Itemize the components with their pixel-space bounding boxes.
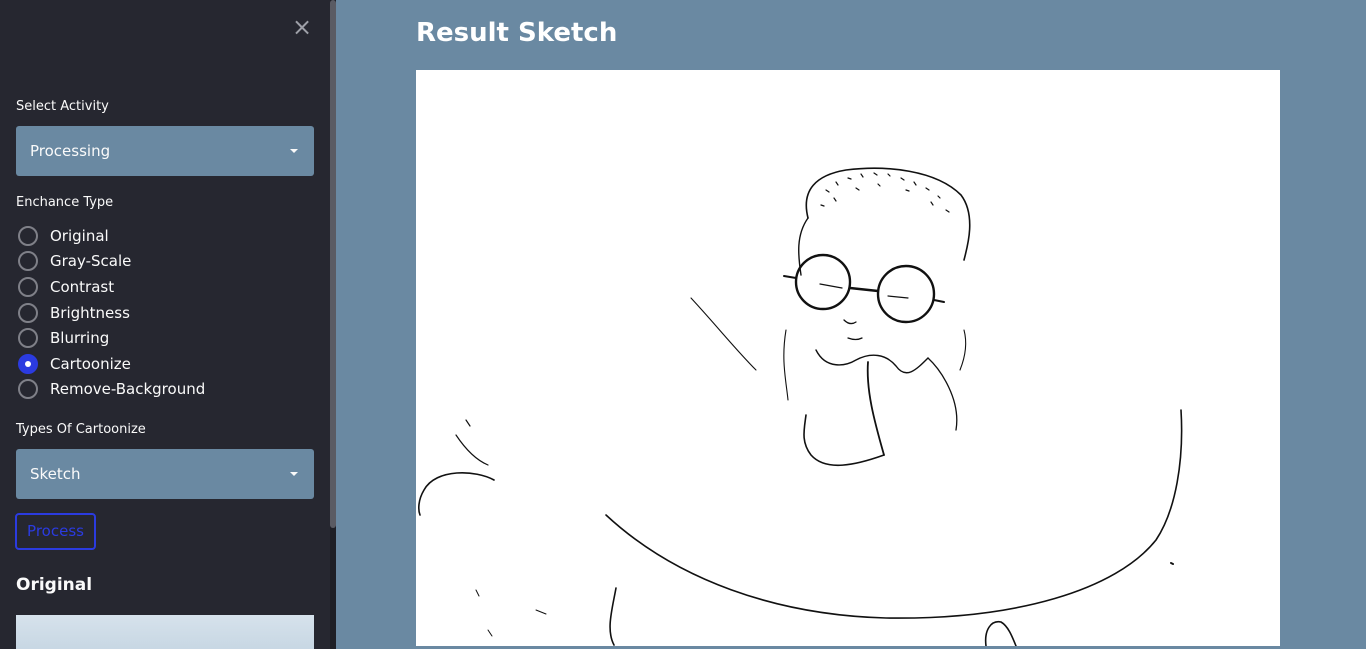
radio-brightness[interactable]: Brightness <box>16 300 205 326</box>
radio-circle-checked[interactable] <box>18 353 38 374</box>
radio-circle[interactable] <box>18 251 38 272</box>
radio-circle[interactable] <box>18 379 38 400</box>
radio-remove-background[interactable]: Remove-Background <box>16 377 205 403</box>
original-image <box>16 615 314 649</box>
radio-blurring[interactable]: Blurring <box>16 325 205 351</box>
radio-label: Blurring <box>50 329 110 348</box>
sidebar-scrollbar-thumb[interactable] <box>330 0 336 528</box>
sidebar: × Select Activity Processing Enchance Ty… <box>0 0 336 649</box>
page-title: Result Sketch <box>416 18 618 48</box>
radio-label: Original <box>50 226 109 245</box>
app-root: × Select Activity Processing Enchance Ty… <box>0 0 1366 649</box>
radio-label: Contrast <box>50 277 115 296</box>
select-activity-label: Select Activity <box>16 99 109 114</box>
radio-label: Remove-Background <box>50 380 206 399</box>
cartoonize-type-label: Types Of Cartoonize <box>16 422 146 437</box>
chevron-down-icon <box>290 149 298 153</box>
radio-label: Brightness <box>50 303 130 322</box>
radio-label: Gray-Scale <box>50 252 132 271</box>
select-activity-value: Processing <box>30 142 111 160</box>
process-button[interactable]: Process <box>15 513 96 550</box>
radio-contrast[interactable]: Contrast <box>16 274 205 300</box>
enhance-type-radio-group: Original Gray-Scale Contrast Brightness … <box>16 223 205 402</box>
radio-circle[interactable] <box>18 225 38 246</box>
radio-circle[interactable] <box>18 328 38 349</box>
result-sketch-image <box>416 70 1280 647</box>
enhance-type-label: Enchance Type <box>16 195 114 210</box>
chevron-down-icon <box>290 472 298 476</box>
radio-circle[interactable] <box>18 302 38 323</box>
select-activity-dropdown[interactable]: Processing <box>16 126 314 176</box>
radio-label: Cartoonize <box>50 354 131 373</box>
radio-original[interactable]: Original <box>16 223 205 249</box>
close-icon[interactable]: × <box>290 14 314 40</box>
cartoonize-type-value: Sketch <box>30 465 81 483</box>
sidebar-scrollbar[interactable] <box>330 0 336 649</box>
sketch-drawing <box>418 167 1183 647</box>
original-heading: Original <box>16 575 93 595</box>
cartoonize-type-dropdown[interactable]: Sketch <box>16 449 314 499</box>
radio-cartoonize[interactable]: Cartoonize <box>16 351 205 377</box>
radio-circle[interactable] <box>18 276 38 297</box>
radio-gray-scale[interactable]: Gray-Scale <box>16 249 205 275</box>
